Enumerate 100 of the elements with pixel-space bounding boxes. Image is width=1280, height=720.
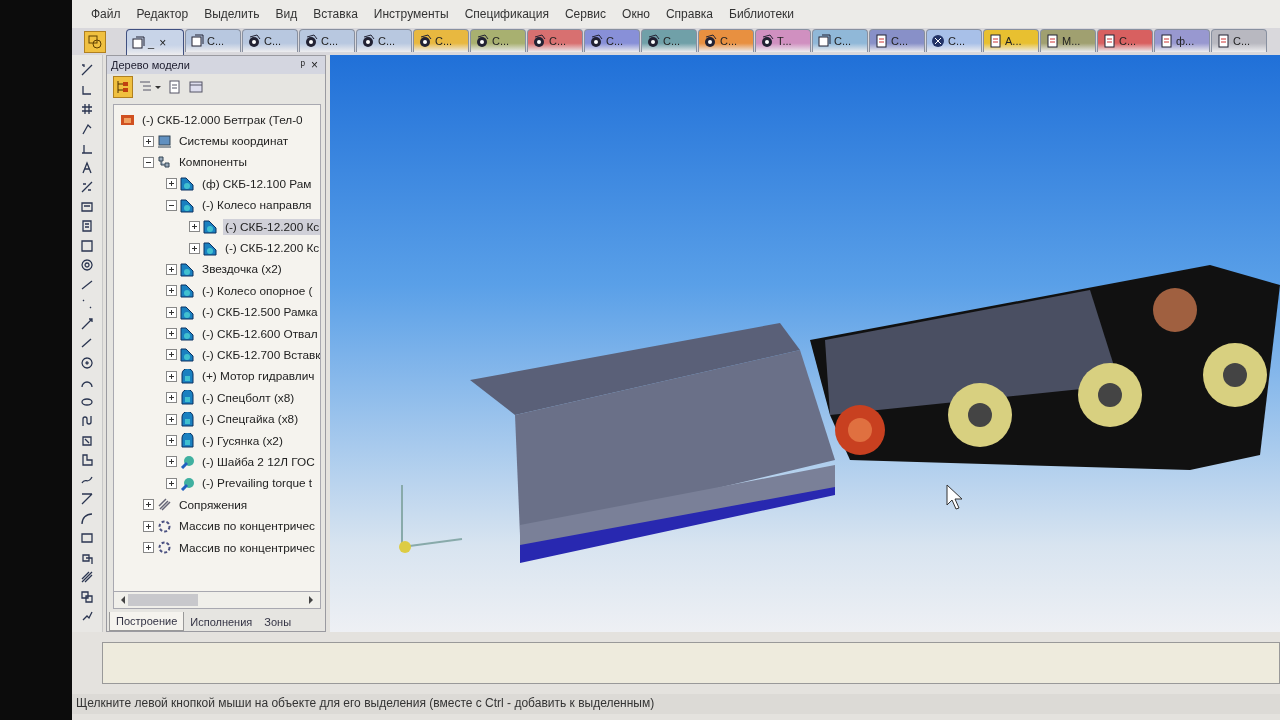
tree-item[interactable]: Массив по концентричес: [177, 539, 317, 556]
document-icon: [1159, 34, 1173, 48]
menu-item[interactable]: Редактор: [129, 5, 196, 23]
document-tab[interactable]: С...: [1097, 29, 1153, 52]
document-tab[interactable]: ф...: [1154, 29, 1210, 52]
panel-tab[interactable]: Исполнения: [184, 613, 259, 631]
tree-item[interactable]: (-) СКБ-12.200 Кс: [223, 240, 320, 257]
document-tab[interactable]: С...: [356, 29, 412, 52]
document-tab[interactable]: С...: [413, 29, 469, 52]
tree-item[interactable]: (-) Спецгайка (x8): [200, 411, 301, 428]
document-icon: [1102, 34, 1116, 48]
document-tab[interactable]: С...: [698, 29, 754, 52]
expand-icon[interactable]: [166, 349, 177, 361]
document-tab[interactable]: С...: [470, 29, 526, 52]
document-tab[interactable]: С...: [1211, 29, 1267, 52]
document-tab[interactable]: С...: [926, 29, 982, 52]
document-icon: [988, 34, 1002, 48]
expand-icon[interactable]: [166, 306, 177, 318]
tree-item[interactable]: (-) СКБ-12.700 Вставк: [200, 347, 320, 363]
segment-icon: [80, 316, 94, 331]
horizontal-scrollbar[interactable]: [113, 592, 321, 609]
document-icon: [1216, 34, 1230, 48]
part-icon: [180, 390, 195, 406]
tree-item[interactable]: (-) Шайба 2 12Л ГОС: [200, 453, 317, 470]
menu-item[interactable]: Файл: [84, 5, 128, 23]
tree-item[interactable]: Массив по концентричес: [177, 518, 317, 535]
tree-item[interactable]: (-) Гусянка (x2): [200, 432, 285, 449]
tree-item[interactable]: (-) Колесо направля: [200, 197, 314, 214]
tree-item[interactable]: (-) СКБ-12.600 Отвал: [200, 325, 320, 342]
close-button[interactable]: ×: [308, 58, 321, 72]
model-viewport[interactable]: [330, 55, 1280, 632]
tree-item[interactable]: Сопряжения: [177, 496, 250, 513]
document-tab[interactable]: С...: [869, 29, 925, 52]
panel-tab[interactable]: Зоны: [258, 613, 298, 631]
window-icon: [189, 80, 203, 94]
part-icon: [589, 34, 603, 48]
expand-icon[interactable]: [143, 542, 154, 553]
panel-tab[interactable]: Построение: [109, 612, 185, 631]
document-tab[interactable]: _ ×: [126, 29, 184, 55]
collapse-icon[interactable]: [166, 199, 177, 211]
expand-icon[interactable]: [166, 456, 177, 468]
tree-view-button[interactable]: [113, 76, 133, 98]
tree-item[interactable]: Звездочка (x2): [200, 261, 284, 278]
menu-item[interactable]: Спецификация: [457, 5, 556, 23]
tree-item[interactable]: (-) Колесо опорное (: [200, 282, 315, 299]
document-tab[interactable]: С...: [299, 29, 355, 52]
expand-icon[interactable]: [166, 328, 177, 340]
document-tab[interactable]: С...: [185, 29, 241, 52]
menu-item[interactable]: Библиотеки: [722, 5, 802, 23]
expand-icon[interactable]: [166, 263, 177, 275]
tree-item[interactable]: (-) СКБ-12.500 Рамка: [200, 304, 320, 321]
component-icon: [180, 197, 195, 213]
document-tab[interactable]: С...: [242, 29, 298, 52]
expand-icon[interactable]: [143, 520, 154, 532]
letter-a-icon: [80, 160, 94, 175]
expand-icon[interactable]: [143, 499, 154, 511]
tree-item[interactable]: Компоненты: [177, 154, 249, 171]
expand-icon[interactable]: [189, 221, 200, 233]
menu-item[interactable]: Сервис: [557, 5, 614, 23]
expand-icon[interactable]: [166, 285, 177, 297]
part-icon: [304, 34, 318, 48]
document-tab[interactable]: С...: [812, 29, 868, 52]
tree-icon: [116, 80, 130, 94]
expand-icon[interactable]: [166, 370, 177, 382]
tree-item[interactable]: Системы координат: [177, 133, 291, 150]
part-icon: [532, 34, 546, 48]
squares-icon: [80, 589, 94, 604]
tree-item[interactable]: (ф) СКБ-12.100 Рам: [200, 175, 314, 192]
tree-item[interactable]: (-) СКБ-12.200 Кс: [223, 218, 320, 235]
select-tool-button[interactable]: [84, 31, 106, 53]
circular-pattern-icon: [157, 540, 172, 555]
circular-pattern-icon: [157, 518, 172, 534]
tree-item[interactable]: (-) Prevailing torque t: [200, 475, 315, 492]
expand-icon[interactable]: [166, 413, 177, 425]
document-tab[interactable]: М...: [1040, 29, 1096, 52]
expand-icon[interactable]: [166, 178, 177, 190]
document-tab[interactable]: С...: [584, 29, 640, 52]
tree-item[interactable]: (+) Мотор гидравлич: [200, 368, 317, 385]
expand-icon[interactable]: [143, 135, 154, 147]
document-tab[interactable]: С...: [641, 29, 697, 52]
part-icon: [760, 34, 774, 48]
menu-item[interactable]: Вид: [268, 5, 305, 23]
document-tab[interactable]: С...: [527, 29, 583, 52]
collapse-icon[interactable]: [143, 156, 154, 168]
menu-item[interactable]: Справка: [658, 5, 720, 23]
tree-item[interactable]: (-) СКБ-12.000 Бетграк (Тел-0: [140, 111, 305, 128]
expand-icon[interactable]: [166, 392, 177, 404]
document-tab[interactable]: А...: [983, 29, 1039, 52]
document-tab[interactable]: Т...: [755, 29, 811, 52]
expand-icon[interactable]: [166, 477, 177, 489]
expand-icon[interactable]: [189, 242, 200, 254]
menu-item[interactable]: Окно: [615, 5, 657, 23]
pin-button[interactable]: ᵖ: [297, 58, 308, 72]
close-icon[interactable]: ×: [159, 35, 167, 50]
menu-item[interactable]: Инструменты: [366, 5, 456, 23]
expand-icon[interactable]: [166, 435, 177, 447]
component-icon: [180, 347, 195, 363]
tree-item[interactable]: (-) Спецболт (x8): [200, 389, 297, 406]
menu-item[interactable]: Вставка: [306, 5, 365, 23]
menu-item[interactable]: Выделить: [197, 5, 267, 23]
